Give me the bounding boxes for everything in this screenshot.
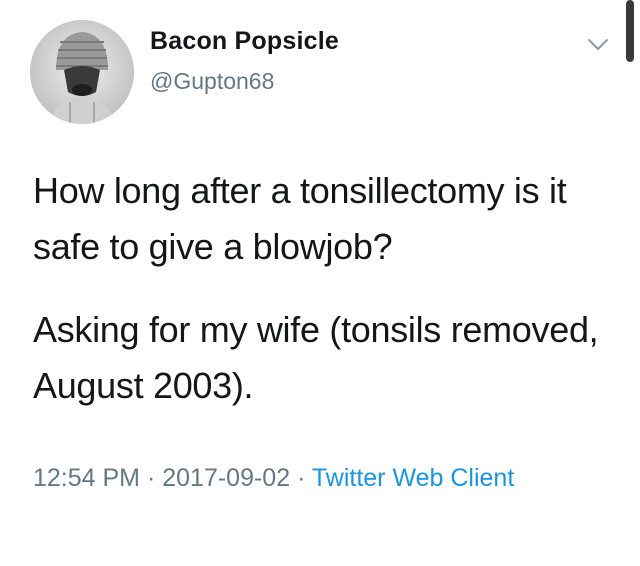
- tweet-source-link[interactable]: Twitter Web Client: [312, 464, 514, 492]
- tweet-time[interactable]: 12:54 PM: [33, 464, 140, 492]
- avatar[interactable]: [30, 20, 134, 124]
- tweet-card: Bacon Popsicle @Gupton68 How long after …: [0, 0, 640, 566]
- display-name[interactable]: Bacon Popsicle: [150, 27, 339, 56]
- tweet-text-paragraph-2: Asking for my wife (tonsils removed, Aug…: [33, 309, 599, 406]
- scrollbar[interactable]: [626, 0, 634, 62]
- user-handle[interactable]: @Gupton68: [150, 68, 274, 95]
- tweet-date[interactable]: 2017-09-02: [162, 464, 290, 492]
- meta-separator: ·: [140, 464, 163, 492]
- chevron-down-icon[interactable]: [587, 38, 609, 52]
- tweet-text-paragraph-1: How long after a tonsillectomy is it saf…: [33, 170, 567, 267]
- meta-separator: ·: [290, 464, 312, 492]
- tweet-meta: 12:54 PM · 2017-09-02 · Twitter Web Clie…: [33, 458, 613, 498]
